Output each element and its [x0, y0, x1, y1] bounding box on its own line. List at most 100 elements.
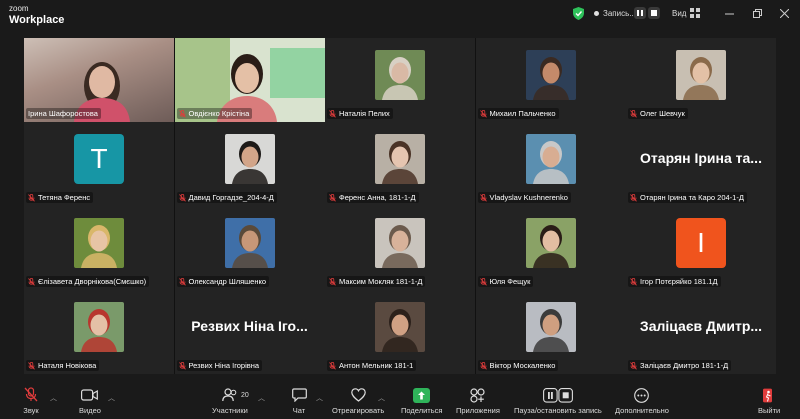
participant-name: Наталя Новікова: [38, 361, 97, 370]
minimize-button[interactable]: [722, 6, 736, 20]
logo-line2: Workplace: [9, 14, 65, 26]
participant-tile[interactable]: Отарян Ірина та... Отарян Ірина та Каро 2…: [626, 122, 776, 206]
participant-name: Овдієнко Крістіна: [188, 109, 250, 118]
participant-photo-image: [224, 218, 275, 268]
participant-name: Ференс Анна, 181-1-Д: [339, 193, 416, 202]
microphone-muted-icon: [178, 193, 186, 202]
apps-button[interactable]: Приложения: [456, 387, 500, 415]
participant-tile[interactable]: Заліцаєв Дмитр... Заліцаєв Дмитро 181-1-Д: [626, 290, 776, 374]
close-button[interactable]: [777, 6, 791, 20]
participant-tile[interactable]: Антон Мельник 181-1: [325, 290, 475, 374]
stop-recording-button[interactable]: [648, 7, 660, 19]
shield-icon[interactable]: [573, 7, 584, 20]
participant-name: Максим Мокляк 181-1-Д: [339, 277, 423, 286]
participant-name-label: Тетяна Ференс: [26, 192, 94, 203]
participant-name-label: Ференс Анна, 181-1-Д: [327, 192, 419, 203]
meeting-toolbar: Звук ︿ Видео ︿ Участники 20 ︿ Чат ︿ Отре…: [0, 383, 800, 419]
close-icon: [779, 8, 789, 18]
pause-recording-button[interactable]: [634, 7, 646, 19]
maximize-button[interactable]: [750, 6, 764, 20]
share-label: Поделиться: [401, 406, 443, 415]
participant-tile[interactable]: Давид Горгадзе_204-4-Д: [174, 122, 325, 206]
participant-tile[interactable]: T Тетяна Ференс: [24, 122, 174, 206]
participant-photo: [74, 302, 124, 352]
participant-tile[interactable]: Резвих Ніна Іго... Резвих Ніна Ігорівна: [174, 290, 325, 374]
participant-name: Єлізавета Дворнікова(Смєшко): [38, 277, 147, 286]
microphone-muted-icon: [178, 109, 186, 118]
stop-icon: [651, 10, 657, 16]
recording-dot-icon: [594, 11, 599, 16]
recording-indicator: Запись...: [594, 9, 636, 18]
participant-photo-image: [525, 134, 576, 184]
participant-name-label: Резвих Ніна Ігорівна: [176, 360, 263, 371]
participant-tile[interactable]: Овдієнко Крістіна: [174, 38, 325, 122]
participant-tile[interactable]: Ференс Анна, 181-1-Д: [325, 122, 475, 206]
participant-tile[interactable]: Михаил Пальченко: [475, 38, 626, 122]
participant-tile[interactable]: Олег Шевчук: [626, 38, 776, 122]
apps-label: Приложения: [456, 406, 500, 415]
heart-icon: [350, 388, 366, 402]
participant-name-label: Михаил Пальченко: [477, 108, 559, 119]
participant-photo-image: [525, 302, 576, 352]
participant-name: Юля Фещук: [489, 277, 531, 286]
microphone-muted-icon: [479, 277, 487, 286]
minimize-icon: [724, 13, 734, 14]
more-label: Дополнительно: [615, 406, 669, 415]
participant-name-label: Олександр Шляшенко: [176, 276, 270, 287]
participant-photo-image: [375, 302, 425, 352]
chat-icon: [291, 388, 307, 402]
video-options-chevron-icon[interactable]: ︿: [108, 393, 115, 403]
microphone-muted-icon: [630, 109, 637, 118]
audio-button[interactable]: Звук: [22, 387, 40, 415]
leave-label: Выйти: [758, 406, 781, 415]
video-button[interactable]: Видео: [79, 387, 101, 415]
participant-photo: [375, 134, 425, 184]
participant-name-label: Ірина Шафоростова: [26, 108, 101, 119]
audio-options-chevron-icon[interactable]: ︿: [50, 393, 57, 403]
participant-name: Олег Шевчук: [640, 109, 685, 118]
chat-button[interactable]: Чат: [290, 387, 308, 415]
react-options-chevron-icon[interactable]: ︿: [378, 393, 385, 403]
participant-photo: [525, 50, 576, 100]
participant-tile[interactable]: Vladyslav Kushnerenko: [475, 122, 626, 206]
participant-name: Vladyslav Kushnerenko: [489, 193, 568, 202]
participant-tile[interactable]: Наталя Новікова: [24, 290, 174, 374]
participant-photo: [375, 302, 425, 352]
participant-tile[interactable]: Максим Мокляк 181-1-Д: [325, 206, 475, 290]
participant-name: Заліцаєв Дмитро 181-1-Д: [640, 361, 729, 370]
participant-photo-image: [74, 302, 124, 352]
react-label: Отреагировать: [332, 406, 385, 415]
view-button[interactable]: Вид: [672, 9, 686, 18]
participant-photo: [74, 218, 124, 268]
react-button[interactable]: Отреагировать: [332, 387, 384, 415]
participant-tile[interactable]: Олександр Шляшенко: [174, 206, 325, 290]
pause-stop-recording-button[interactable]: Пауза/остановить запись: [514, 387, 602, 415]
chat-options-chevron-icon[interactable]: ︿: [316, 393, 323, 403]
leave-button[interactable]: Выйти: [758, 387, 780, 415]
leave-icon: [763, 388, 773, 402]
participant-tile[interactable]: Єлізавета Дворнікова(Смєшко): [24, 206, 174, 290]
participant-photo: [224, 134, 275, 184]
participant-name: Давид Горгадзе_204-4-Д: [188, 193, 274, 202]
avatar: T: [74, 134, 124, 184]
participant-tile[interactable]: Віктор Москаленко: [475, 290, 626, 374]
participant-tile[interactable]: Ірина Шафоростова: [24, 38, 174, 122]
participant-name-label: Vladyslav Kushnerenko: [477, 192, 571, 203]
share-button[interactable]: Поделиться: [401, 387, 442, 415]
participant-name-label: Наталія Пелих: [327, 108, 393, 119]
more-button[interactable]: Дополнительно: [615, 387, 669, 415]
participant-display-name: Заліцаєв Дмитр...: [639, 318, 763, 334]
microphone-muted-icon: [178, 277, 186, 286]
participant-tile[interactable]: Юля Фещук: [475, 206, 626, 290]
avatar: I: [676, 218, 726, 268]
participant-tile[interactable]: Наталія Пелих: [325, 38, 475, 122]
grid-icon[interactable]: [690, 8, 700, 18]
microphone-muted-icon: [479, 361, 487, 370]
zoom-logo: zoom Workplace: [9, 4, 65, 26]
participant-name: Тетяна Ференс: [38, 193, 91, 202]
microphone-muted-icon: [178, 361, 186, 370]
participants-options-chevron-icon[interactable]: ︿: [258, 393, 265, 403]
pause-stop-recording-icon: [542, 387, 573, 403]
participant-tile[interactable]: I Ігор Потєряйко 181.1Д: [626, 206, 776, 290]
participant-photo: [676, 50, 726, 100]
